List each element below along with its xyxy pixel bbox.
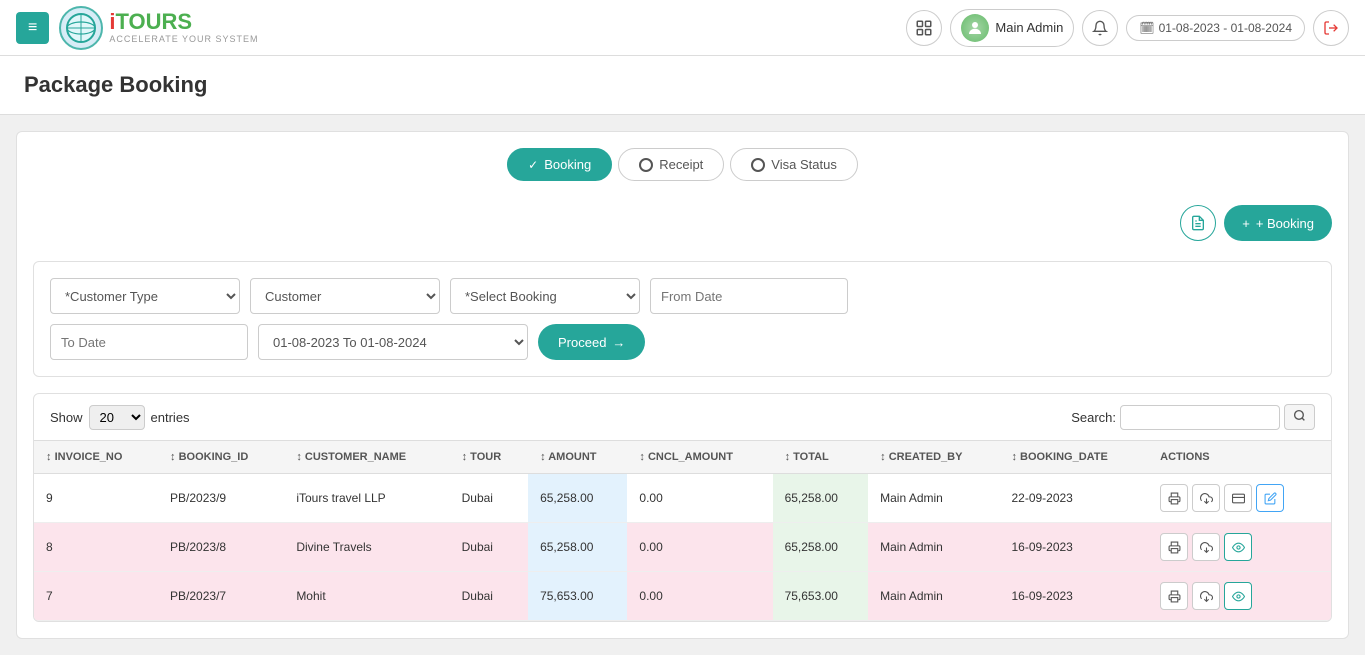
- select-booking-select[interactable]: *Select Booking: [450, 278, 640, 314]
- show-entries: Show 10 20 25 50 100 entries: [50, 405, 190, 430]
- header-left: ≡ iTOURS ACCELERATE YOUR SYSTEM: [16, 6, 259, 50]
- header: ≡ iTOURS ACCELERATE YOUR SYSTEM: [0, 0, 1365, 56]
- download-button[interactable]: [1192, 582, 1220, 610]
- search-button[interactable]: [1284, 404, 1315, 430]
- tab-booking-label: Booking: [544, 157, 591, 172]
- col-created-by[interactable]: ↕ CREATED_BY: [868, 441, 999, 474]
- logo-icon: [59, 6, 103, 50]
- edit-button[interactable]: [1256, 484, 1284, 512]
- date-range-value: 01-08-2023 - 01-08-2024: [1159, 21, 1292, 35]
- table-row: 9PB/2023/9iTours travel LLPDubai65,258.0…: [34, 474, 1331, 523]
- tab-receipt-radio: [639, 158, 653, 172]
- download-button[interactable]: [1192, 484, 1220, 512]
- actions-cell: [1148, 572, 1331, 621]
- table-row: 8PB/2023/8Divine TravelsDubai65,258.000.…: [34, 523, 1331, 572]
- logo-brand: iTOURS: [109, 10, 258, 34]
- view-button[interactable]: [1224, 582, 1252, 610]
- page-title: Package Booking: [24, 72, 1341, 98]
- to-date-input[interactable]: [50, 324, 248, 360]
- user-avatar: [961, 14, 989, 42]
- voucher-button[interactable]: [1224, 484, 1252, 512]
- search-input[interactable]: [1120, 405, 1280, 430]
- col-total[interactable]: ↕ TOTAL: [773, 441, 869, 474]
- menu-button[interactable]: ≡: [16, 12, 49, 44]
- col-customer-name[interactable]: ↕ CUSTOMER_NAME: [284, 441, 449, 474]
- tab-visa-status[interactable]: Visa Status: [730, 148, 858, 181]
- add-booking-button[interactable]: + + Booking: [1224, 205, 1332, 241]
- action-bar: + + Booking: [33, 197, 1332, 249]
- view-button[interactable]: [1224, 533, 1252, 561]
- print-button[interactable]: [1160, 582, 1188, 610]
- actions-cell: [1148, 523, 1331, 572]
- tab-visa-radio: [751, 158, 765, 172]
- tab-visa-label: Visa Status: [771, 157, 837, 172]
- print-button[interactable]: [1160, 533, 1188, 561]
- proceed-button[interactable]: Proceed →: [538, 324, 645, 360]
- search-label: Search:: [1071, 410, 1116, 425]
- customer-select[interactable]: Customer: [250, 278, 440, 314]
- date-range-display[interactable]: 🗓 01-08-2023 - 01-08-2024: [1126, 15, 1305, 41]
- logo-area: iTOURS ACCELERATE YOUR SYSTEM: [59, 6, 258, 50]
- tab-booking-check: ✓: [528, 158, 538, 172]
- main-content: ✓ Booking Receipt Visa Status: [0, 131, 1365, 655]
- table-controls: Show 10 20 25 50 100 entries Search:: [34, 394, 1331, 440]
- search-box: Search:: [1071, 404, 1315, 430]
- export-button[interactable]: [1180, 205, 1216, 241]
- entries-select[interactable]: 10 20 25 50 100: [89, 405, 145, 430]
- print-button[interactable]: [1160, 484, 1188, 512]
- proceed-label: Proceed: [558, 335, 606, 350]
- user-name: Main Admin: [995, 20, 1063, 35]
- page-title-bar: Package Booking: [0, 56, 1365, 115]
- bookings-table: ↕ INVOICE_NO ↕ BOOKING_ID ↕ CUSTOMER_NAM…: [34, 440, 1331, 621]
- logo-tagline: ACCELERATE YOUR SYSTEM: [109, 35, 258, 45]
- filter-row-2: 01-08-2023 To 01-08-2024 Proceed →: [50, 324, 1315, 360]
- tab-receipt[interactable]: Receipt: [618, 148, 724, 181]
- tab-booking[interactable]: ✓ Booking: [507, 148, 612, 181]
- logo-text: iTOURS ACCELERATE YOUR SYSTEM: [109, 10, 258, 44]
- filter-section: *Customer Type Customer *Select Booking …: [33, 261, 1332, 377]
- show-label: Show: [50, 410, 83, 425]
- header-right: Main Admin 🗓 01-08-2023 - 01-08-2024: [906, 9, 1349, 47]
- col-invoice-no[interactable]: ↕ INVOICE_NO: [34, 441, 158, 474]
- notification-button[interactable]: [1082, 10, 1118, 46]
- table-row: 7PB/2023/7MohitDubai75,653.000.0075,653.…: [34, 572, 1331, 621]
- proceed-arrow-icon: →: [612, 335, 625, 350]
- entries-label: entries: [151, 410, 190, 425]
- filter-row-1: *Customer Type Customer *Select Booking: [50, 278, 1315, 314]
- settings-button[interactable]: [906, 10, 942, 46]
- col-amount[interactable]: ↕ AMOUNT: [528, 441, 627, 474]
- table-section: Show 10 20 25 50 100 entries Search:: [33, 393, 1332, 622]
- date-range-select[interactable]: 01-08-2023 To 01-08-2024: [258, 324, 528, 360]
- col-actions: ACTIONS: [1148, 441, 1331, 474]
- tabs-container: ✓ Booking Receipt Visa Status: [16, 131, 1349, 639]
- add-booking-icon: +: [1242, 216, 1250, 231]
- actions-cell: [1148, 474, 1331, 523]
- tab-receipt-label: Receipt: [659, 157, 703, 172]
- table-header-row: ↕ INVOICE_NO ↕ BOOKING_ID ↕ CUSTOMER_NAM…: [34, 441, 1331, 474]
- download-button[interactable]: [1192, 533, 1220, 561]
- col-booking-date[interactable]: ↕ BOOKING_DATE: [999, 441, 1148, 474]
- add-booking-label: + Booking: [1256, 216, 1314, 231]
- from-date-input[interactable]: [650, 278, 848, 314]
- col-booking-id[interactable]: ↕ BOOKING_ID: [158, 441, 284, 474]
- col-tour[interactable]: ↕ TOUR: [450, 441, 528, 474]
- customer-type-select[interactable]: *Customer Type: [50, 278, 240, 314]
- logout-button[interactable]: [1313, 10, 1349, 46]
- tabs-row: ✓ Booking Receipt Visa Status: [33, 148, 1332, 181]
- col-cncl-amount[interactable]: ↕ CNCL_AMOUNT: [627, 441, 772, 474]
- date-range-icon: 🗓: [1139, 21, 1154, 35]
- user-menu[interactable]: Main Admin: [950, 9, 1074, 47]
